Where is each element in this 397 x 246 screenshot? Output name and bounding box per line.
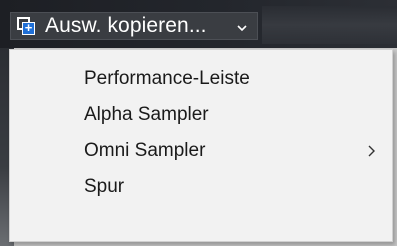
dropdown-menu: Performance-Leiste Alpha Sampler Omni Sa… bbox=[9, 49, 393, 242]
toolbar-blurred-area bbox=[262, 6, 397, 44]
plus-icon: + bbox=[24, 20, 33, 35]
app-stage: + Ausw. kopieren... Performance-Leiste A… bbox=[0, 0, 397, 246]
copy-selection-label: Ausw. kopieren... bbox=[45, 14, 207, 37]
copy-add-icon: + bbox=[17, 17, 35, 35]
menu-item-omni-sampler[interactable]: Omni Sampler bbox=[10, 133, 392, 169]
copy-selection-button[interactable]: + Ausw. kopieren... bbox=[10, 12, 258, 40]
chevron-down-icon bbox=[237, 25, 247, 32]
menu-item-label: Performance-Leiste bbox=[84, 68, 250, 89]
menu-item-performance-leiste[interactable]: Performance-Leiste bbox=[10, 61, 392, 97]
menu-item-alpha-sampler[interactable]: Alpha Sampler bbox=[10, 97, 392, 133]
menu-item-spur[interactable]: Spur bbox=[10, 169, 392, 205]
toolbar: + Ausw. kopieren... bbox=[0, 0, 397, 48]
menu-item-label: Spur bbox=[84, 176, 125, 197]
menu-item-label: Omni Sampler bbox=[84, 140, 206, 161]
chevron-right-icon bbox=[368, 145, 375, 157]
menu-item-label: Alpha Sampler bbox=[84, 104, 209, 125]
